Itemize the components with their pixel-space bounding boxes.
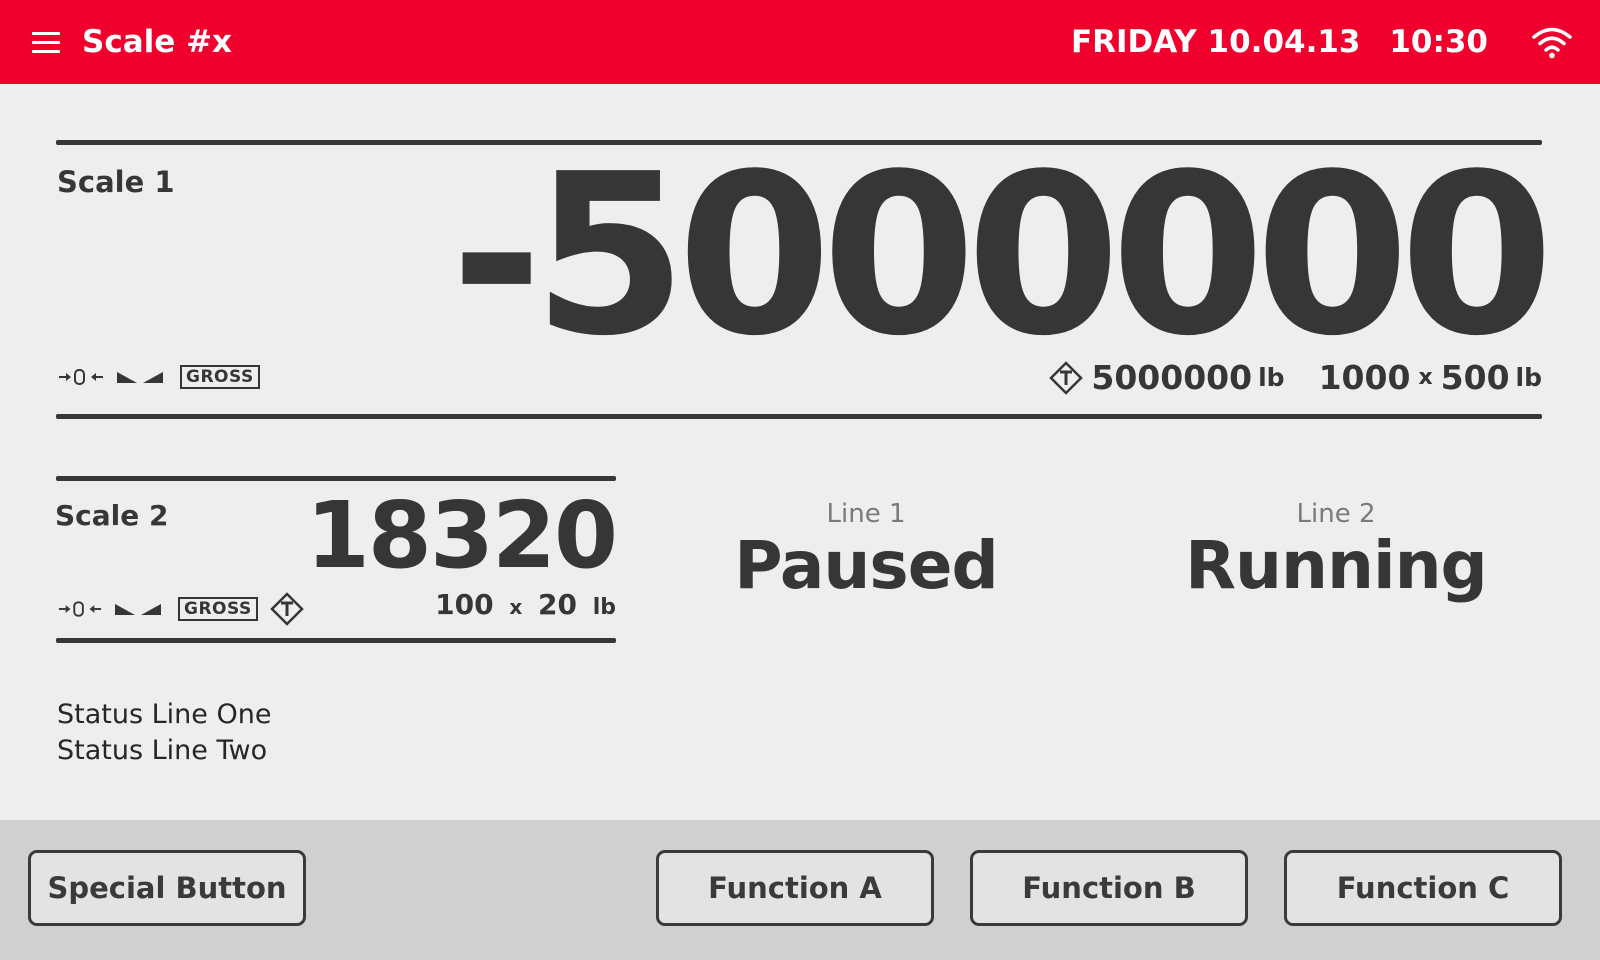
scale2-weight-value: 18320	[305, 482, 618, 589]
scale1-weight-value: -5000000	[450, 127, 1554, 385]
line-2-status: Running	[1185, 527, 1488, 604]
line-2-title: Line 2	[1296, 499, 1376, 529]
scale1-div-count: 1000	[1318, 358, 1411, 397]
day-label: FRIDAY	[1070, 24, 1197, 60]
status-line-two: Status Line Two	[57, 735, 268, 766]
scale2-division: 100 x 20 lb	[435, 586, 616, 627]
preset-tare-icon	[269, 592, 304, 626]
scale1-status-icons: GROSS	[58, 365, 260, 389]
stable-indicator-icon	[117, 372, 163, 383]
app-title: Scale #x	[82, 24, 233, 60]
scale2-top-divider	[56, 476, 616, 481]
gross-badge: GROSS	[180, 365, 260, 389]
stable-indicator-icon	[115, 604, 161, 615]
special-button[interactable]: Special Button	[28, 850, 306, 926]
center-of-zero-icon	[58, 601, 102, 617]
date-time: FRIDAY 10.04.13 10:30	[1071, 20, 1488, 64]
time-label: 10:30	[1389, 24, 1488, 60]
scale1-div-unit: lb	[1515, 363, 1542, 392]
scale2-div-count: 100	[435, 588, 494, 621]
scale1-capacity-unit: lb	[1258, 363, 1285, 392]
function-a-button[interactable]: Function A	[656, 850, 934, 926]
scale2-div-unit: lb	[592, 595, 616, 620]
scale2-div-x: x	[509, 595, 523, 619]
status-lines: Status Line One Status Line Two	[57, 697, 271, 769]
status-line-one: Status Line One	[57, 699, 272, 730]
wifi-icon[interactable]	[1530, 24, 1574, 60]
line-1-title: Line 1	[826, 499, 906, 529]
center-of-zero-icon	[59, 369, 103, 385]
preset-tare-icon	[1049, 361, 1084, 395]
scale1-label: Scale 1	[57, 165, 175, 199]
scale2-status-icons: GROSS	[58, 592, 304, 626]
top-bar: Scale #x FRIDAY 10.04.13 10:30	[0, 0, 1600, 84]
scale1-bottom-divider	[56, 414, 1542, 419]
scale1-capacity: 5000000	[1091, 358, 1253, 397]
gross-badge: GROSS	[178, 597, 258, 621]
scale2-bottom-divider	[56, 638, 616, 643]
bottom-button-bar: Special Button Function A Function B Fun…	[0, 820, 1600, 960]
scale2-label: Scale 2	[55, 499, 169, 532]
scale1-info: 5000000 lb 1000 x 500 lb	[1049, 356, 1542, 400]
line-1-status-block: Line 1 Paused	[656, 498, 1076, 602]
function-b-button[interactable]: Function B	[970, 850, 1248, 926]
hamburger-menu-icon[interactable]	[20, 20, 72, 64]
line-1-status: Paused	[734, 527, 998, 604]
scale2-div-value: 20	[537, 588, 577, 621]
function-c-button[interactable]: Function C	[1284, 850, 1562, 926]
scale1-div-value: 500	[1440, 358, 1510, 397]
line-2-status-block: Line 2 Running	[1126, 498, 1546, 602]
scale1-div-x: x	[1418, 365, 1433, 390]
date-label: 10.04.13	[1207, 24, 1361, 60]
